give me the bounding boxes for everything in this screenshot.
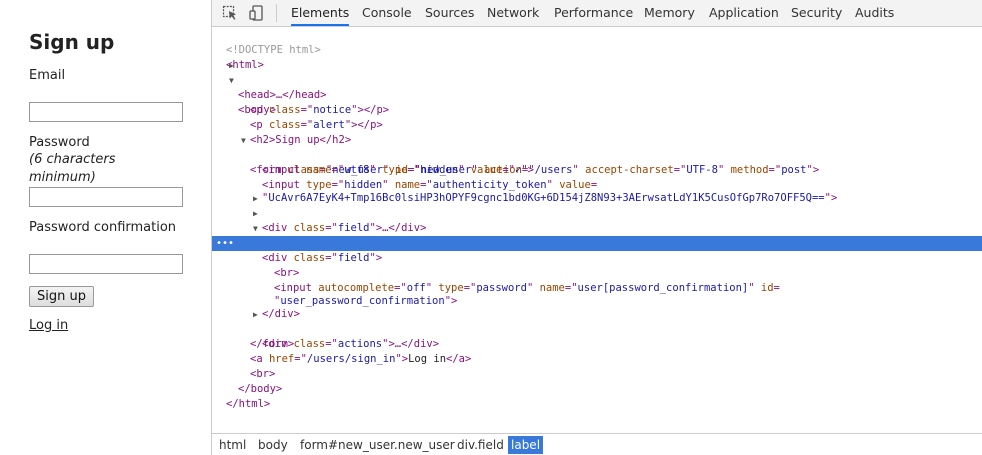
breadcrumb-div-field[interactable]: div.field [454,436,507,454]
breadcrumb-html[interactable]: html [216,436,249,454]
dom-node-body[interactable]: ▼ <body> [212,73,982,116]
collapse-arrow-icon[interactable]: ▼ [253,221,261,236]
signup-button[interactable]: Sign up [29,286,94,307]
dom-node-html-close[interactable]: </html> [212,382,982,410]
tab-audits[interactable]: Audits [855,0,894,26]
dom-node-input-utf8[interactable]: <input name="utf8" type="hidden" value="… [212,148,982,176]
dom-node-h2[interactable]: <h2>Sign up</h2> [212,118,982,146]
password-field[interactable] [29,187,183,207]
dom-node-form[interactable]: ▼ <form class="new_user" id="new_user" a… [212,133,982,176]
dom-node-input-token-cont: "UcAvr6A7EyK4+Tmp16Bc0lsiHP3hOPYF9cgnc1b… [262,192,838,204]
expand-arrow-icon[interactable]: ▶ [253,206,261,221]
dom-node-div-actions[interactable]: ▶ <div class="actions">…</div> [212,307,982,350]
breadcrumb-form[interactable]: form#new_user.new_user [297,436,458,454]
dom-node-head[interactable]: ▶ <head>…</head> [212,58,982,101]
dom-node-doctype[interactable]: <!DOCTYPE html> [212,28,982,56]
tab-memory[interactable]: Memory [644,0,695,26]
tab-network[interactable]: Network [487,0,539,26]
more-options-icon[interactable]: ••• [216,236,234,251]
breadcrumb: html body form#new_user.new_user div.fie… [212,433,982,455]
collapse-arrow-icon[interactable]: ▼ [241,133,249,148]
tab-security[interactable]: Security [791,0,842,26]
inspect-element-icon[interactable] [222,5,238,21]
login-link[interactable]: Log in [29,318,68,333]
devtools-toolbar: Elements Console Sources Network Perform… [212,0,982,27]
expand-arrow-icon[interactable]: ▶ [253,191,261,206]
tab-elements[interactable]: Elements [291,0,350,26]
tab-performance[interactable]: Performance [554,0,633,26]
dom-tree: <!DOCTYPE html> <html> ▶ <head>…</head> … [212,28,982,433]
expand-arrow-icon[interactable]: ▶ [253,307,261,322]
collapse-arrow-icon[interactable]: ▼ [229,73,237,88]
dom-node-label-selected[interactable]: ••• <label for="user_password_confirmati… [212,236,982,279]
dom-node-form-close[interactable]: </form> [212,322,982,350]
expand-arrow-icon[interactable]: ▶ [229,58,237,73]
tab-application[interactable]: Application [709,0,779,26]
dom-node-div-field-open[interactable]: ▼ <div class="field"> [212,221,982,264]
dom-node-div-field[interactable]: ▶ <div class="field">…</div> [212,191,982,234]
dom-node-p-alert[interactable]: <p class="alert"></p> [212,103,982,131]
dom-node-div-close[interactable]: </div> [212,292,982,320]
toolbar-separator [276,4,277,22]
password-confirmation-field[interactable] [29,254,183,274]
password-hint: (6 characters minimum) [29,152,116,185]
dom-node-br[interactable]: <br> [212,251,982,279]
dom-node-body-close[interactable]: </body> [212,367,982,395]
password-label: Password [29,135,90,150]
tab-console[interactable]: Console [362,0,412,26]
password-confirmation-label: Password confirmation [29,220,177,235]
rendered-page: Sign up Email Password (6 characters min… [0,0,211,455]
dom-node-br[interactable]: <br> [212,352,982,380]
breadcrumb-label[interactable]: label [508,436,544,454]
page-title: Sign up [29,30,115,54]
dom-node-a[interactable]: <a href="/users/sign_in">Log in</a> [212,337,982,365]
devtools-panel: Elements Console Sources Network Perform… [211,0,982,455]
device-toolbar-icon[interactable] [249,5,265,21]
tab-sources[interactable]: Sources [425,0,474,26]
dom-node-p-notice[interactable]: <p class="notice"></p> [212,88,982,116]
email-label: Email [29,68,66,83]
breadcrumb-body[interactable]: body [255,436,291,454]
html-close-tag: </html> [226,398,271,410]
dom-node-html[interactable]: <html> [212,43,982,71]
email-field[interactable] [29,102,183,122]
dom-node-div-field[interactable]: ▶ <div class="field">…</div> [212,206,982,249]
